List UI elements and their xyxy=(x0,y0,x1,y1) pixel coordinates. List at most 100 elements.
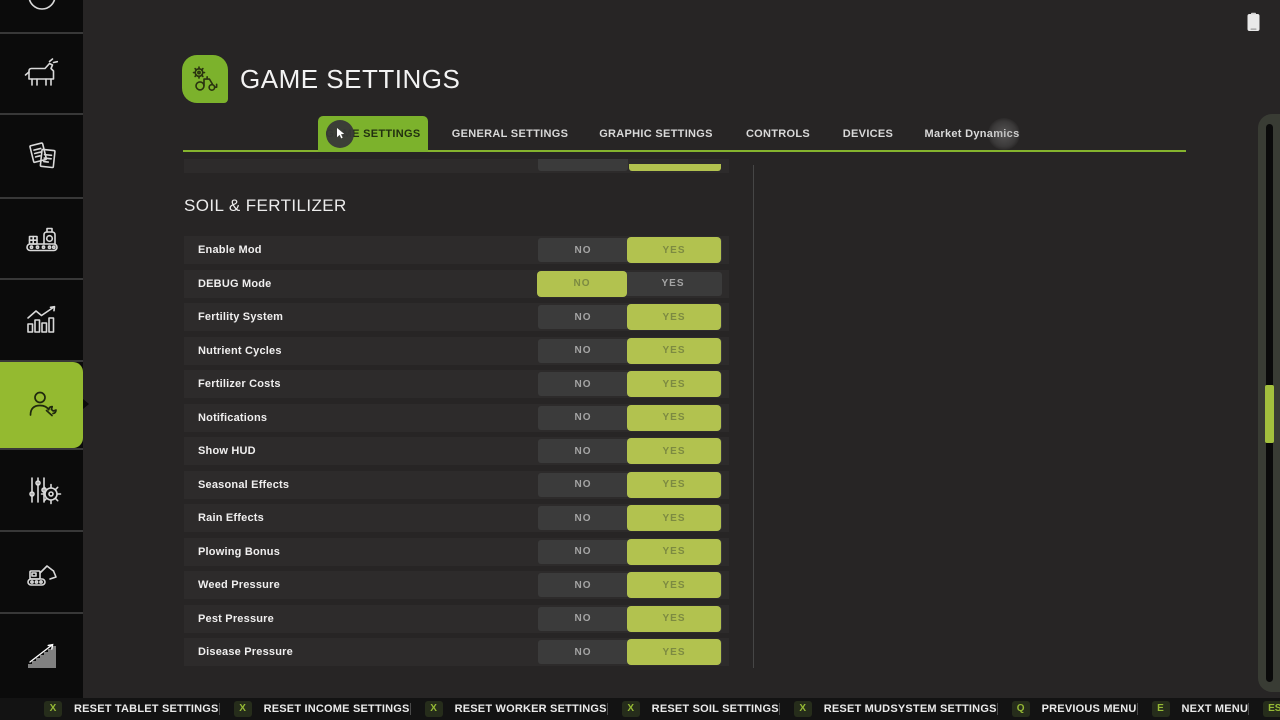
toggle-no-button[interactable]: NO xyxy=(538,640,628,664)
hotkey-badge: X xyxy=(425,701,443,717)
setting-label: Show HUD xyxy=(198,445,256,457)
sliders-gear-icon xyxy=(20,468,64,512)
setting-row: Plowing Bonus NO YES xyxy=(184,538,729,566)
tab[interactable]: GRAPHIC SETTINGS xyxy=(586,116,726,152)
list-scroll-track[interactable] xyxy=(753,165,754,668)
sidebar-item-construction[interactable] xyxy=(0,532,83,612)
yes-no-toggle: NO YES xyxy=(538,272,722,296)
sidebar-item-progress[interactable] xyxy=(0,614,83,694)
yes-no-toggle: NO YES xyxy=(538,305,722,329)
toggle-no-button[interactable]: NO xyxy=(538,506,628,530)
setting-row: DEBUG Mode NO YES xyxy=(184,270,729,298)
clipped-setting-row xyxy=(184,159,729,173)
hotkey-badge: E xyxy=(1152,701,1170,717)
scrollbar-thumb[interactable] xyxy=(1265,385,1274,443)
setting-label: Notifications xyxy=(198,412,267,424)
toggle-yes-button[interactable]: YES xyxy=(627,639,721,665)
toggle-yes-button[interactable]: YES xyxy=(626,272,720,296)
yes-no-toggle: NO YES xyxy=(538,506,722,530)
toggle-yes-button[interactable]: YES xyxy=(627,371,721,397)
game-settings-screen: GAME SETTINGS GAME SETTINGS GENERAL SETT… xyxy=(0,0,1280,720)
toggle-no-button[interactable]: NO xyxy=(538,607,628,631)
setting-label: Enable Mod xyxy=(198,244,262,256)
hotkey-badge: X xyxy=(44,701,62,717)
hotkey-action[interactable]: ESC BACK xyxy=(1248,701,1280,717)
sidebar-item-production[interactable] xyxy=(0,199,83,278)
clipped-toggle-no[interactable] xyxy=(538,159,628,171)
setting-row: Enable Mod NO YES xyxy=(184,236,729,264)
sidebar-divider xyxy=(0,360,83,362)
sidebar-divider xyxy=(0,530,83,532)
sidebar-divider xyxy=(0,197,83,199)
tab-label: GENERAL SETTINGS xyxy=(452,128,568,140)
setting-row: Pest Pressure NO YES xyxy=(184,605,729,633)
setting-label: Disease Pressure xyxy=(198,646,293,658)
clipped-toggle-yes-selected[interactable] xyxy=(629,164,721,171)
yes-no-toggle: NO YES xyxy=(538,439,722,463)
hotkey-action[interactable]: X RESET SOIL SETTINGS xyxy=(607,701,779,717)
setting-label: Rain Effects xyxy=(198,512,264,524)
tab[interactable]: DEVICES xyxy=(832,116,904,152)
toggle-no-button[interactable]: NO xyxy=(538,372,628,396)
hotkey-action[interactable]: X RESET MUDSYSTEM SETTINGS xyxy=(779,701,997,717)
toggle-no-button[interactable]: NO xyxy=(538,473,628,497)
hotkey-label: NEXT MENU xyxy=(1182,703,1249,715)
hotkey-action[interactable]: X RESET INCOME SETTINGS xyxy=(219,701,410,717)
tab-bar: GAME SETTINGS GENERAL SETTINGS GRAPHIC S… xyxy=(0,0,1280,152)
toggle-yes-button[interactable]: YES xyxy=(627,438,721,464)
hotkey-action[interactable]: X RESET TABLET SETTINGS xyxy=(44,701,219,717)
toggle-no-button[interactable]: NO xyxy=(538,573,628,597)
battery-icon xyxy=(1246,12,1261,33)
hotkey-label: RESET MUDSYSTEM SETTINGS xyxy=(824,703,997,715)
toggle-no-button[interactable]: NO xyxy=(538,238,628,262)
setting-label: Pest Pressure xyxy=(198,613,274,625)
toggle-no-button[interactable]: NO xyxy=(538,339,628,363)
hotkey-badge: X xyxy=(234,701,252,717)
mouse-cursor xyxy=(326,120,354,148)
production-line-icon xyxy=(20,217,64,261)
hotkey-label: PREVIOUS MENU xyxy=(1042,703,1137,715)
toggle-yes-button[interactable]: YES xyxy=(627,237,721,263)
hotkey-action[interactable]: X RESET WORKER SETTINGS xyxy=(410,701,607,717)
setting-row: Rain Effects NO YES xyxy=(184,504,729,532)
hotkey-action[interactable]: E NEXT MENU xyxy=(1137,701,1249,717)
hotkey-badge: X xyxy=(794,701,812,717)
toggle-no-button[interactable]: NO xyxy=(537,271,627,297)
settings-list: Enable Mod NO YES DEBUG Mode NO YES Fert… xyxy=(184,236,729,666)
toggle-yes-button[interactable]: YES xyxy=(627,304,721,330)
setting-row: Fertility System NO YES xyxy=(184,303,729,331)
toggle-yes-button[interactable]: YES xyxy=(627,572,721,598)
touch-indicator xyxy=(988,118,1020,150)
setting-label: DEBUG Mode xyxy=(198,278,272,290)
setting-label: Fertility System xyxy=(198,311,283,323)
sidebar-item-mod-settings[interactable] xyxy=(0,450,83,530)
yes-no-toggle: NO YES xyxy=(538,473,722,497)
setting-row: Weed Pressure NO YES xyxy=(184,571,729,599)
yes-no-toggle: NO YES xyxy=(538,238,722,262)
toggle-yes-button[interactable]: YES xyxy=(627,405,721,431)
toggle-no-button[interactable]: NO xyxy=(538,439,628,463)
sidebar-item-statistics[interactable] xyxy=(0,280,83,360)
hotkey-label: RESET SOIL SETTINGS xyxy=(652,703,779,715)
tab[interactable]: GENERAL SETTINGS xyxy=(440,116,580,152)
toggle-yes-button[interactable]: YES xyxy=(627,338,721,364)
yes-no-toggle: NO YES xyxy=(538,540,722,564)
tab[interactable]: CONTROLS xyxy=(734,116,822,152)
hotkey-action[interactable]: Q PREVIOUS MENU xyxy=(997,701,1137,717)
yes-no-toggle: NO YES xyxy=(538,640,722,664)
cursor-arrow-icon xyxy=(336,128,345,140)
toggle-no-button[interactable]: NO xyxy=(538,406,628,430)
toggle-no-button[interactable]: NO xyxy=(538,540,628,564)
toggle-yes-button[interactable]: YES xyxy=(627,606,721,632)
toggle-yes-button[interactable]: YES xyxy=(627,505,721,531)
hotkey-label: RESET INCOME SETTINGS xyxy=(264,703,410,715)
tab-label: CONTROLS xyxy=(746,128,810,140)
setting-row: Disease Pressure NO YES xyxy=(184,638,729,666)
toggle-no-button[interactable]: NO xyxy=(538,305,628,329)
toggle-yes-button[interactable]: YES xyxy=(627,539,721,565)
toggle-yes-button[interactable]: YES xyxy=(627,472,721,498)
player-settings-icon xyxy=(20,383,64,427)
yes-no-toggle: NO YES xyxy=(538,339,722,363)
sidebar-item-player-settings[interactable] xyxy=(0,362,83,448)
active-item-pointer xyxy=(83,399,89,409)
